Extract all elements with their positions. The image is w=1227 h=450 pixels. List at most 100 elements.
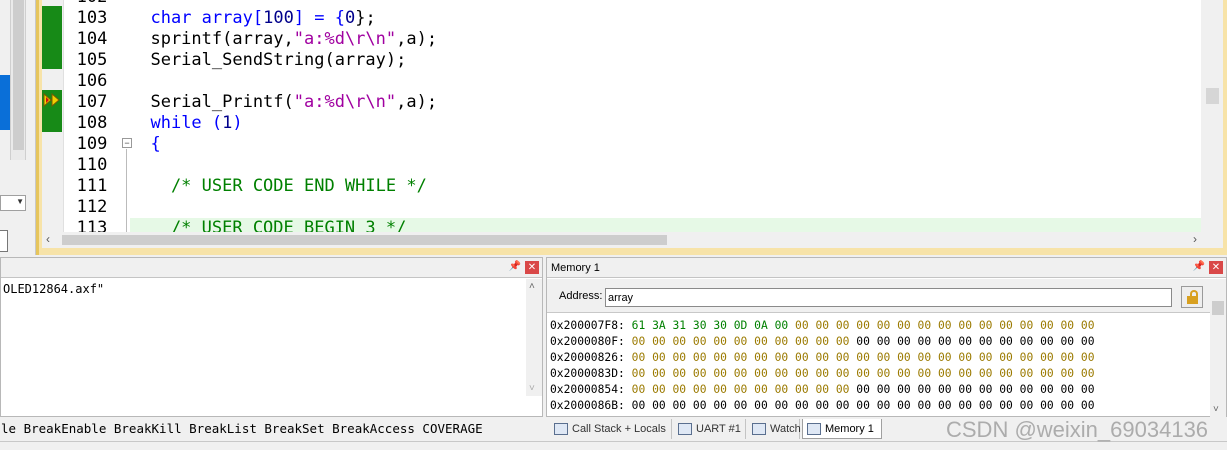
memory-byte[interactable]: 00 — [815, 399, 829, 412]
memory-byte[interactable]: 00 — [877, 319, 891, 332]
code-line[interactable]: char array[100] = {0}; — [130, 8, 1201, 29]
memory-byte[interactable]: 00 — [672, 367, 686, 380]
memory-byte[interactable]: 00 — [672, 351, 686, 364]
memory-byte[interactable]: 00 — [918, 383, 932, 396]
memory-byte[interactable]: 00 — [1040, 399, 1054, 412]
pin-icon[interactable]: 📌 — [508, 260, 522, 274]
memory-byte[interactable]: 00 — [897, 399, 911, 412]
memory-byte[interactable]: 00 — [693, 367, 707, 380]
memory-byte[interactable]: 00 — [815, 319, 829, 332]
memory-row[interactable]: 0x2000083D: 00 00 00 00 00 00 00 00 00 0… — [550, 366, 1095, 382]
memory-byte[interactable]: 00 — [877, 399, 891, 412]
memory-byte[interactable]: 00 — [632, 367, 646, 380]
memory-byte[interactable]: 00 — [652, 335, 666, 348]
memory-byte[interactable]: 00 — [1061, 367, 1075, 380]
memory-scrollbar[interactable]: ˅ — [1210, 279, 1226, 417]
memory-byte[interactable]: 00 — [1020, 351, 1034, 364]
project-scrollbar[interactable] — [10, 0, 26, 160]
memory-byte[interactable]: 00 — [734, 399, 748, 412]
memory-byte[interactable]: 00 — [836, 319, 850, 332]
code-line[interactable]: sprintf(array,"a:%d\r\n",a); — [130, 29, 1201, 50]
memory-byte[interactable]: 00 — [1081, 367, 1095, 380]
tab-watch-1[interactable]: Watch 1 — [748, 419, 801, 450]
memory-byte[interactable]: 30 — [713, 319, 727, 332]
memory-byte[interactable]: 00 — [1040, 351, 1054, 364]
scroll-down-icon[interactable]: ˅ — [1213, 404, 1219, 415]
memory-byte[interactable]: 31 — [672, 319, 686, 332]
memory-byte[interactable]: 00 — [877, 335, 891, 348]
memory-byte[interactable]: 00 — [672, 383, 686, 396]
memory-byte[interactable]: 00 — [958, 383, 972, 396]
memory-byte[interactable]: 00 — [836, 399, 850, 412]
memory-byte[interactable]: 30 — [693, 319, 707, 332]
memory-byte[interactable]: 00 — [856, 399, 870, 412]
close-icon[interactable]: ✕ — [525, 261, 539, 274]
project-dropdown[interactable]: ▼ — [0, 195, 26, 211]
memory-byte[interactable]: 00 — [856, 335, 870, 348]
memory-byte[interactable]: 00 — [979, 335, 993, 348]
memory-byte[interactable]: 00 — [775, 367, 789, 380]
memory-byte[interactable]: 00 — [632, 383, 646, 396]
memory-byte[interactable]: 00 — [856, 351, 870, 364]
memory-byte[interactable]: 00 — [979, 367, 993, 380]
memory-byte[interactable]: 00 — [938, 367, 952, 380]
memory-byte[interactable]: 00 — [815, 335, 829, 348]
memory-byte[interactable]: 00 — [918, 399, 932, 412]
memory-byte[interactable]: 00 — [897, 351, 911, 364]
memory-row[interactable]: 0x2000086B: 00 00 00 00 00 00 00 00 00 0… — [550, 398, 1095, 414]
memory-byte[interactable]: 00 — [958, 335, 972, 348]
memory-byte[interactable]: 00 — [999, 367, 1013, 380]
memory-byte[interactable]: 00 — [1020, 383, 1034, 396]
memory-byte[interactable]: 00 — [795, 383, 809, 396]
memory-byte[interactable]: 00 — [693, 351, 707, 364]
memory-byte[interactable]: 00 — [713, 367, 727, 380]
memory-byte[interactable]: 00 — [652, 367, 666, 380]
code-line[interactable] — [130, 155, 1201, 176]
memory-byte[interactable]: 00 — [672, 335, 686, 348]
address-input[interactable] — [605, 288, 1172, 307]
scroll-thumb[interactable] — [13, 0, 24, 150]
memory-dump[interactable]: 0x200007F8: 61 3A 31 30 30 0D 0A 00 00 0… — [550, 318, 1095, 414]
scroll-thumb[interactable] — [1212, 301, 1224, 315]
memory-byte[interactable]: 00 — [815, 351, 829, 364]
memory-byte[interactable]: 00 — [795, 335, 809, 348]
memory-byte[interactable]: 00 — [836, 335, 850, 348]
memory-byte[interactable]: 00 — [958, 319, 972, 332]
memory-byte[interactable]: 00 — [979, 351, 993, 364]
memory-byte[interactable]: 00 — [897, 335, 911, 348]
memory-byte[interactable]: 00 — [1040, 335, 1054, 348]
memory-byte[interactable]: 00 — [938, 319, 952, 332]
memory-byte[interactable]: 00 — [754, 399, 768, 412]
memory-byte[interactable]: 00 — [795, 319, 809, 332]
memory-byte[interactable]: 00 — [897, 367, 911, 380]
memory-row[interactable]: 0x2000080F: 00 00 00 00 00 00 00 00 00 0… — [550, 334, 1095, 350]
memory-byte[interactable]: 00 — [1081, 399, 1095, 412]
tab-memory-1[interactable]: Memory 1 — [802, 419, 882, 439]
memory-byte[interactable]: 00 — [958, 367, 972, 380]
memory-byte[interactable]: 00 — [938, 399, 952, 412]
scroll-thumb[interactable] — [62, 235, 667, 245]
tab-uart-1[interactable]: UART #1 — [674, 419, 746, 439]
memory-byte[interactable]: 3A — [652, 319, 666, 332]
memory-byte[interactable]: 00 — [775, 383, 789, 396]
memory-byte[interactable]: 00 — [652, 399, 666, 412]
memory-byte[interactable]: 00 — [1061, 383, 1075, 396]
memory-row[interactable]: 0x20000826: 00 00 00 00 00 00 00 00 00 0… — [550, 350, 1095, 366]
project-tab-marker[interactable] — [0, 75, 10, 130]
memory-byte[interactable]: 00 — [1081, 351, 1095, 364]
memory-byte[interactable]: 00 — [815, 367, 829, 380]
memory-byte[interactable]: 00 — [999, 351, 1013, 364]
scroll-up-icon[interactable]: ˄ — [529, 281, 535, 292]
memory-byte[interactable]: 00 — [918, 351, 932, 364]
code-line[interactable]: while (1) — [130, 113, 1201, 134]
editor-horizontal-scrollbar[interactable]: ‹ › — [42, 232, 1223, 248]
code-area[interactable]: char array[100] = {0}; sprintf(array,"a:… — [130, 0, 1201, 239]
close-icon[interactable]: ✕ — [1209, 261, 1223, 274]
memory-byte[interactable]: 00 — [1061, 351, 1075, 364]
memory-byte[interactable]: 00 — [754, 367, 768, 380]
code-line[interactable] — [130, 0, 1201, 8]
memory-byte[interactable]: 00 — [958, 399, 972, 412]
memory-byte[interactable]: 00 — [672, 399, 686, 412]
memory-byte[interactable]: 00 — [795, 399, 809, 412]
memory-byte[interactable]: 00 — [754, 351, 768, 364]
